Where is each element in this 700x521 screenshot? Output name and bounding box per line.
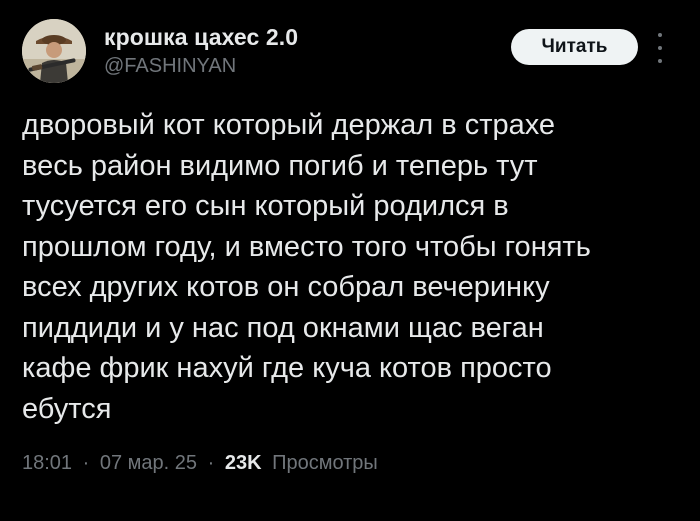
tweet-date[interactable]: 07 мар. 25 (100, 452, 197, 474)
more-dots-icon[interactable] (652, 33, 668, 63)
follow-button[interactable]: Читать (511, 29, 638, 65)
views-count: 23K (224, 452, 262, 474)
tweet-card: крошка цахес 2.0 @FASHINYAN Читать дворо… (0, 0, 700, 521)
avatar-image (22, 19, 86, 83)
views-label: Просмотры (272, 452, 378, 474)
avatar[interactable] (22, 19, 86, 83)
dot (658, 59, 662, 63)
tweet-meta: 18:01 · 07 мар. 25 · 23K Просмотры (22, 452, 378, 475)
meta-separator: · (82, 452, 90, 474)
meta-separator: · (207, 452, 215, 474)
tweet-text: дворовый кот который держал в страхе вес… (22, 109, 591, 425)
dot (658, 46, 662, 50)
dot (658, 33, 662, 37)
tweet-time[interactable]: 18:01 (22, 452, 72, 474)
display-name[interactable]: крошка цахес 2.0 (104, 24, 298, 51)
user-handle[interactable]: @FASHINYAN (104, 55, 236, 78)
